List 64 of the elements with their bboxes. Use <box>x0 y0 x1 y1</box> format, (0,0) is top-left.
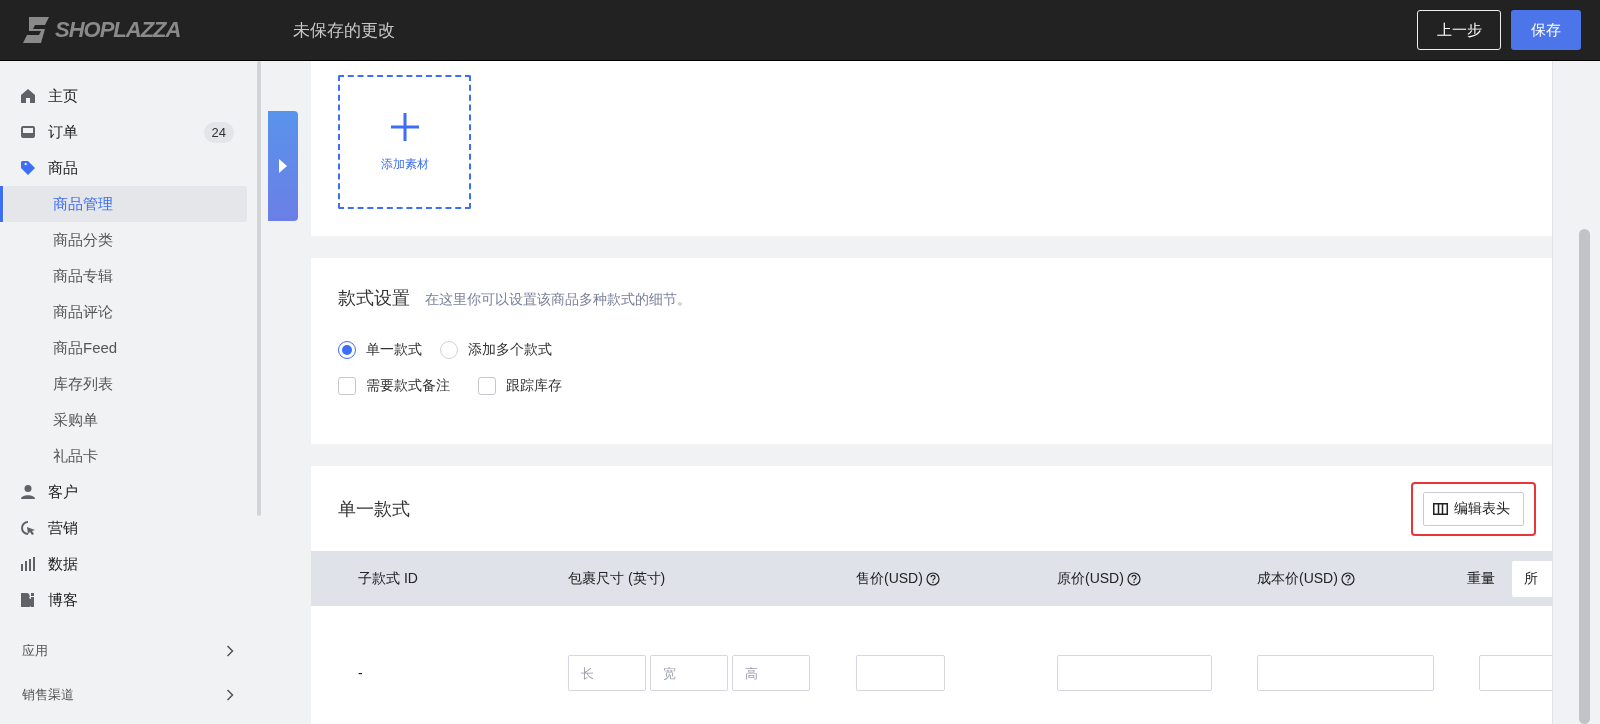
table-cell: - <box>358 665 363 681</box>
radio-option[interactable]: 添加多个款式 <box>440 341 552 359</box>
column-header: 包裹尺寸 (英寸) <box>568 569 666 588</box>
unit-select[interactable]: 所 <box>1512 560 1552 597</box>
nav-subitem[interactable]: 库存列表 <box>4 366 247 402</box>
nav-subitem[interactable]: 商品Feed <box>4 330 247 366</box>
column-header: 售价(USD) <box>856 569 923 588</box>
checkbox-option[interactable]: 跟踪库存 <box>478 377 562 395</box>
triangle-right-icon <box>279 159 287 173</box>
dimension-field[interactable]: 高 <box>732 655 810 691</box>
column-header: 重量 <box>1467 569 1495 588</box>
dimension-field[interactable]: 长 <box>568 655 646 691</box>
nav-item[interactable]: 营销 <box>0 510 262 546</box>
nav-subitem[interactable]: 商品专辑 <box>4 258 247 294</box>
nav-item[interactable]: 订单 24 <box>0 114 262 150</box>
columns-icon <box>1433 502 1448 515</box>
expand-panel-tab[interactable] <box>268 111 298 221</box>
section-title: 单一款式 <box>338 497 410 521</box>
nav-item[interactable]: 客户 <box>0 474 262 510</box>
nav-item[interactable]: 数据 <box>0 546 262 582</box>
help-icon <box>1126 571 1141 586</box>
nav-subitem[interactable]: 商品分类 <box>4 222 247 258</box>
weight-field[interactable] <box>1479 655 1552 691</box>
chevron-right-icon <box>226 689 234 701</box>
count-badge: 24 <box>203 121 234 143</box>
section-description: 在这里你可以设置该商品多种款式的细节。 <box>425 291 691 309</box>
blog-icon <box>20 592 36 608</box>
price-field[interactable] <box>856 655 945 691</box>
nav-subitem[interactable]: 商品评论 <box>4 294 247 330</box>
radio-option[interactable]: 单一款式 <box>338 341 422 359</box>
nav-subitem[interactable]: 礼品卡 <box>4 438 247 474</box>
nav-section[interactable]: 销售渠道 <box>0 678 262 712</box>
nav-section[interactable]: 应用 <box>0 634 262 668</box>
nav-item[interactable]: 主页 <box>0 78 262 114</box>
home-icon <box>20 88 36 104</box>
nav-subitem[interactable]: 采购单 <box>4 402 247 438</box>
help-icon <box>925 571 940 586</box>
column-header: 成本价(USD) <box>1257 569 1338 588</box>
add-media-button[interactable]: 添加素材 <box>338 75 471 209</box>
save-button[interactable]: 保存 <box>1511 10 1581 50</box>
nav-item[interactable]: 商品 <box>0 150 262 186</box>
person-icon <box>20 484 36 500</box>
chevron-right-icon <box>226 645 234 657</box>
logo-icon <box>23 15 51 45</box>
plus-icon <box>389 111 420 142</box>
help-icon <box>1340 571 1355 586</box>
back-button[interactable]: 上一步 <box>1417 10 1501 50</box>
logo-text: SHOPLAZZA <box>55 17 181 43</box>
column-header: 子款式 ID <box>358 569 418 588</box>
dimension-field[interactable]: 宽 <box>650 655 728 691</box>
bar-chart-icon <box>20 556 36 572</box>
inbox-icon <box>20 124 36 140</box>
checkbox-option[interactable]: 需要款式备注 <box>338 377 450 395</box>
nav-item[interactable]: 博客 <box>0 582 262 618</box>
checkbox[interactable] <box>478 377 496 395</box>
page-title: 未保存的更改 <box>293 19 396 42</box>
section-title: 款式设置 <box>338 287 410 310</box>
cost-price-field[interactable] <box>1257 655 1434 691</box>
tag-icon <box>20 160 36 176</box>
cursor-icon <box>20 520 36 536</box>
column-header: 原价(USD) <box>1057 569 1124 588</box>
compare-price-field[interactable] <box>1057 655 1212 691</box>
checkbox[interactable] <box>338 377 356 395</box>
edit-columns-button[interactable]: 编辑表头 <box>1423 491 1524 526</box>
